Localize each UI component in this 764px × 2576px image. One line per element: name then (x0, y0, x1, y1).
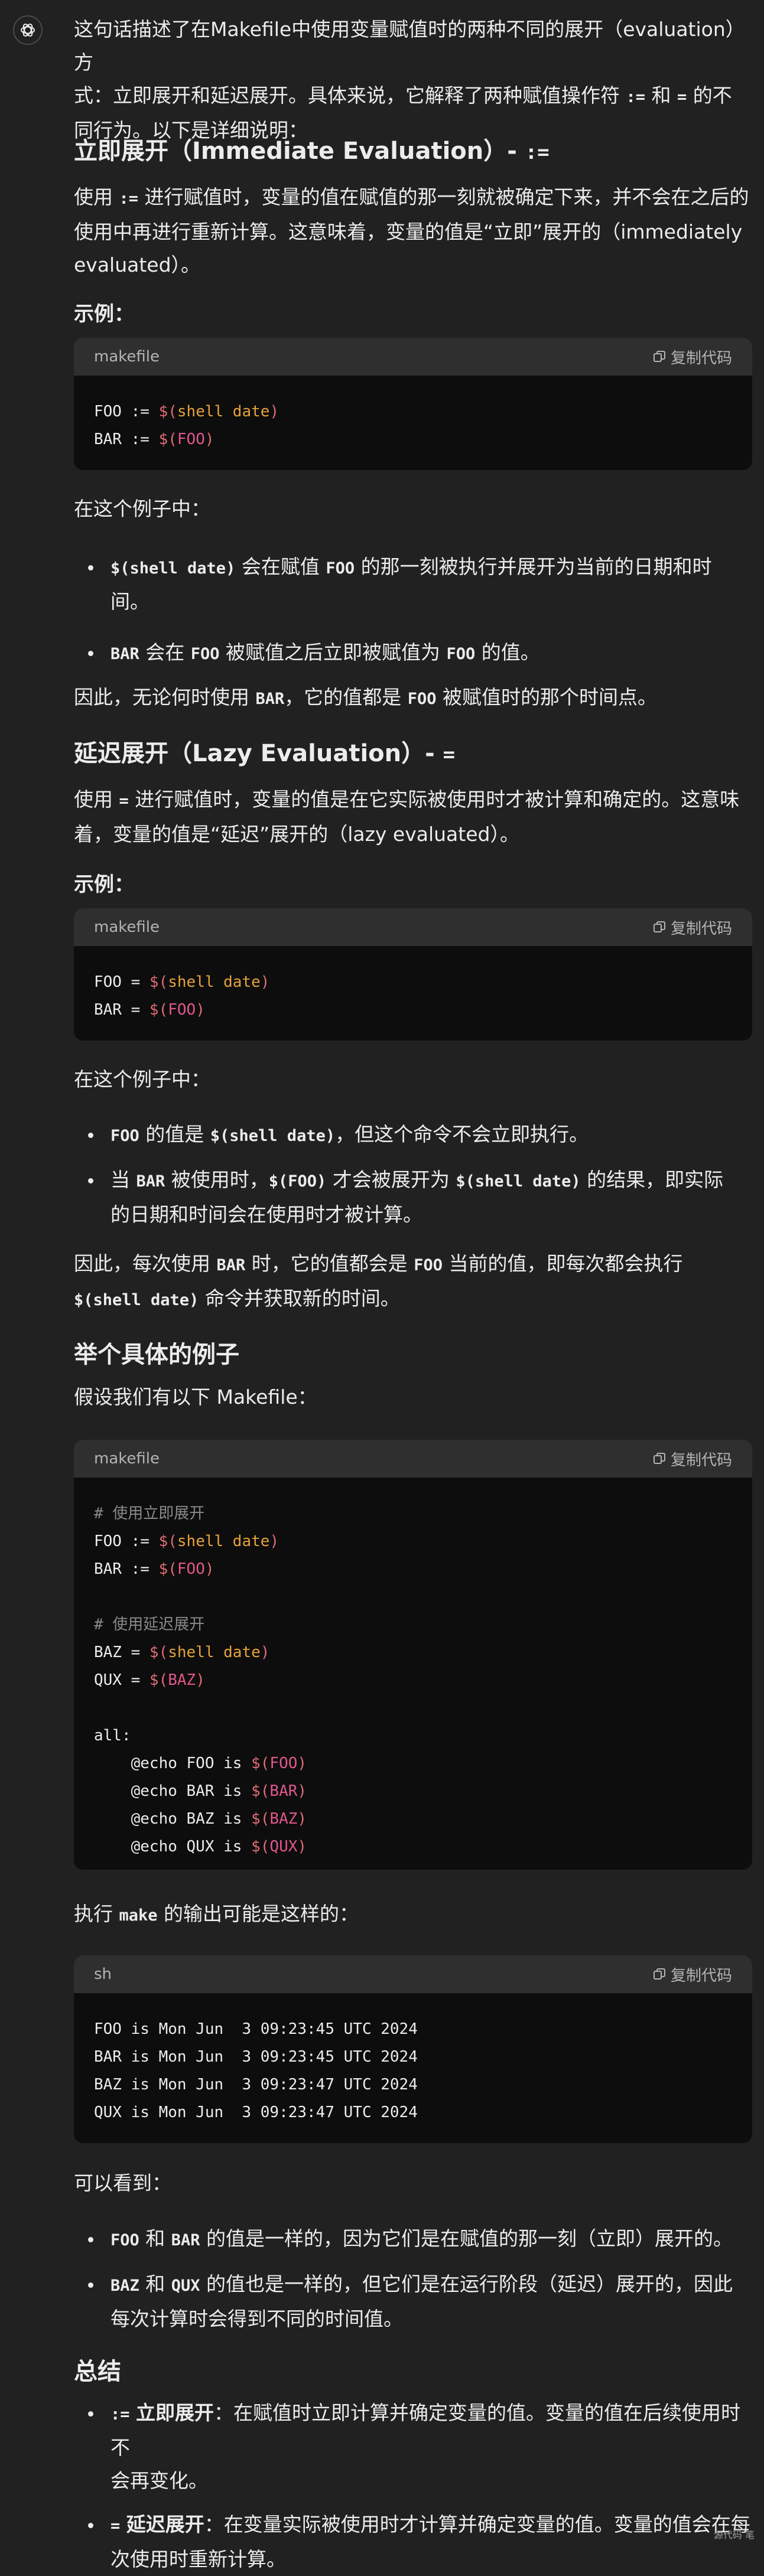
code-header: makefile 复制代码 (74, 338, 752, 376)
code-header: makefile 复制代码 (74, 908, 752, 946)
copy-icon (653, 1453, 665, 1464)
list-item: FOO 和 BAR 的值是一样的，因为它们是在赋值的那一刻（立即）展开的。 (74, 2222, 752, 2257)
code-language: makefile (94, 918, 160, 936)
section-heading-immediate: 立即展开（Immediate Evaluation）- := (74, 138, 550, 165)
see-text: 可以看到： (74, 2171, 171, 2195)
code-block: makefile 复制代码 FOO := $(shell date) BAR :… (74, 338, 752, 470)
immediate-conclusion: 因此，无论何时使用 BAR，它的值都是 FOO 被赋值时的那个时间点。 (74, 686, 658, 709)
code-language: sh (94, 1965, 112, 1983)
copy-code-button[interactable]: 复制代码 (653, 1448, 732, 1470)
code-header: sh 复制代码 (74, 1955, 752, 1993)
code-content: FOO is Mon Jun 3 09:23:45 UTC 2024 BAR i… (94, 2020, 418, 2121)
copy-icon (653, 351, 665, 362)
in-example-text: 在这个例子中： (74, 497, 210, 520)
code-language: makefile (94, 1450, 160, 1468)
run-make-text: 执行 make 的输出可能是这样的： (74, 1902, 359, 1925)
in-example-text: 在这个例子中： (74, 1068, 210, 1091)
list-item: BAZ 和 QUX 的值也是一样的，但它们是在运行阶段（延迟）展开的，因此 每次计… (74, 2268, 752, 2336)
list-item: := 立即展开：在赋值时立即计算并确定变量的值。变量的值在后续使用时不 会再变化。 (74, 2396, 752, 2497)
section-heading-summary: 总结 (74, 2358, 121, 2385)
section-heading-lazy: 延迟展开（Lazy Evaluation）- = (74, 740, 456, 767)
shell-output-block: sh 复制代码 FOO is Mon Jun 3 09:23:45 UTC 20… (74, 1955, 752, 2143)
code-content: FOO = $(shell date) BAR = $(FOO) (94, 973, 270, 1019)
example-label: 示例： (74, 302, 134, 326)
code-block: makefile 复制代码 # 使用立即展开 FOO := $(shell da… (74, 1440, 752, 1870)
copy-code-button[interactable]: 复制代码 (653, 1964, 732, 1985)
immediate-paragraph: 使用 := 进行赋值时，变量的值在赋值的那一刻就被确定下来，并不会在之后的 使用中… (74, 185, 749, 276)
list-item: = 延迟展开：在变量实际被使用时才计算并确定变量的值。变量的值会在每 次使用时重新… (74, 2508, 752, 2576)
code-header: makefile 复制代码 (74, 1440, 752, 1478)
inline-code: = (677, 88, 687, 106)
comparison-bullets: FOO 和 BAR 的值是一样的，因为它们是在赋值的那一刻（立即）展开的。 BA… (74, 2222, 752, 2336)
code-block: makefile 复制代码 FOO = $(shell date) BAR = … (74, 908, 752, 1041)
intro-paragraph: 这句话描述了在Makefile中使用变量赋值时的两种不同的展开（evaluati… (74, 18, 745, 142)
example-label: 示例： (74, 873, 134, 896)
code-content: # 使用立即展开 FOO := $(shell date) BAR := $(F… (94, 1505, 307, 1856)
copy-icon (653, 921, 665, 932)
openai-logo-icon (21, 24, 35, 37)
lazy-paragraph: 使用 = 进行赋值时，变量的值是在它实际被使用时才被计算和确定的。这意味 着，变量… (74, 788, 740, 846)
assistant-avatar (13, 15, 43, 45)
lazy-bullets: FOO 的值是 $(shell date)，但这个命令不会立即执行。 当 BAR… (74, 1118, 752, 1231)
copy-icon (653, 1968, 665, 1980)
summary-bullets: := 立即展开：在赋值时立即计算并确定变量的值。变量的值在后续使用时不 会再变化。… (74, 2396, 752, 2576)
example-intro: 假设我们有以下 Makefile： (74, 1385, 317, 1408)
code-language: makefile (94, 348, 160, 366)
copy-code-button[interactable]: 复制代码 (653, 917, 732, 938)
inline-code: := (626, 88, 646, 106)
lazy-conclusion: 因此，每次使用 BAR 时，它的值都会是 FOO 当前的值，即每次都会执行 $(s… (74, 1252, 683, 1310)
list-item: 当 BAR 被使用时，$(FOO) 才会被展开为 $(shell date) 的… (74, 1163, 752, 1231)
footer-note: 源代码 笔 (713, 2529, 755, 2541)
section-heading-example: 举个具体的例子 (74, 1341, 239, 1368)
list-item: $(shell date) 会在赋值 FOO 的那一刻被执行并展开为当前的日期和… (74, 550, 752, 618)
code-content: FOO := $(shell date) BAR := $(FOO) (94, 403, 279, 448)
list-item: FOO 的值是 $(shell date)，但这个命令不会立即执行。 (74, 1118, 752, 1153)
copy-code-button[interactable]: 复制代码 (653, 346, 732, 368)
immediate-bullets: $(shell date) 会在赋值 FOO 的那一刻被执行并展开为当前的日期和… (74, 550, 752, 671)
list-item: BAR 会在 FOO 被赋值之后立即被赋值为 FOO 的值。 (74, 636, 752, 671)
